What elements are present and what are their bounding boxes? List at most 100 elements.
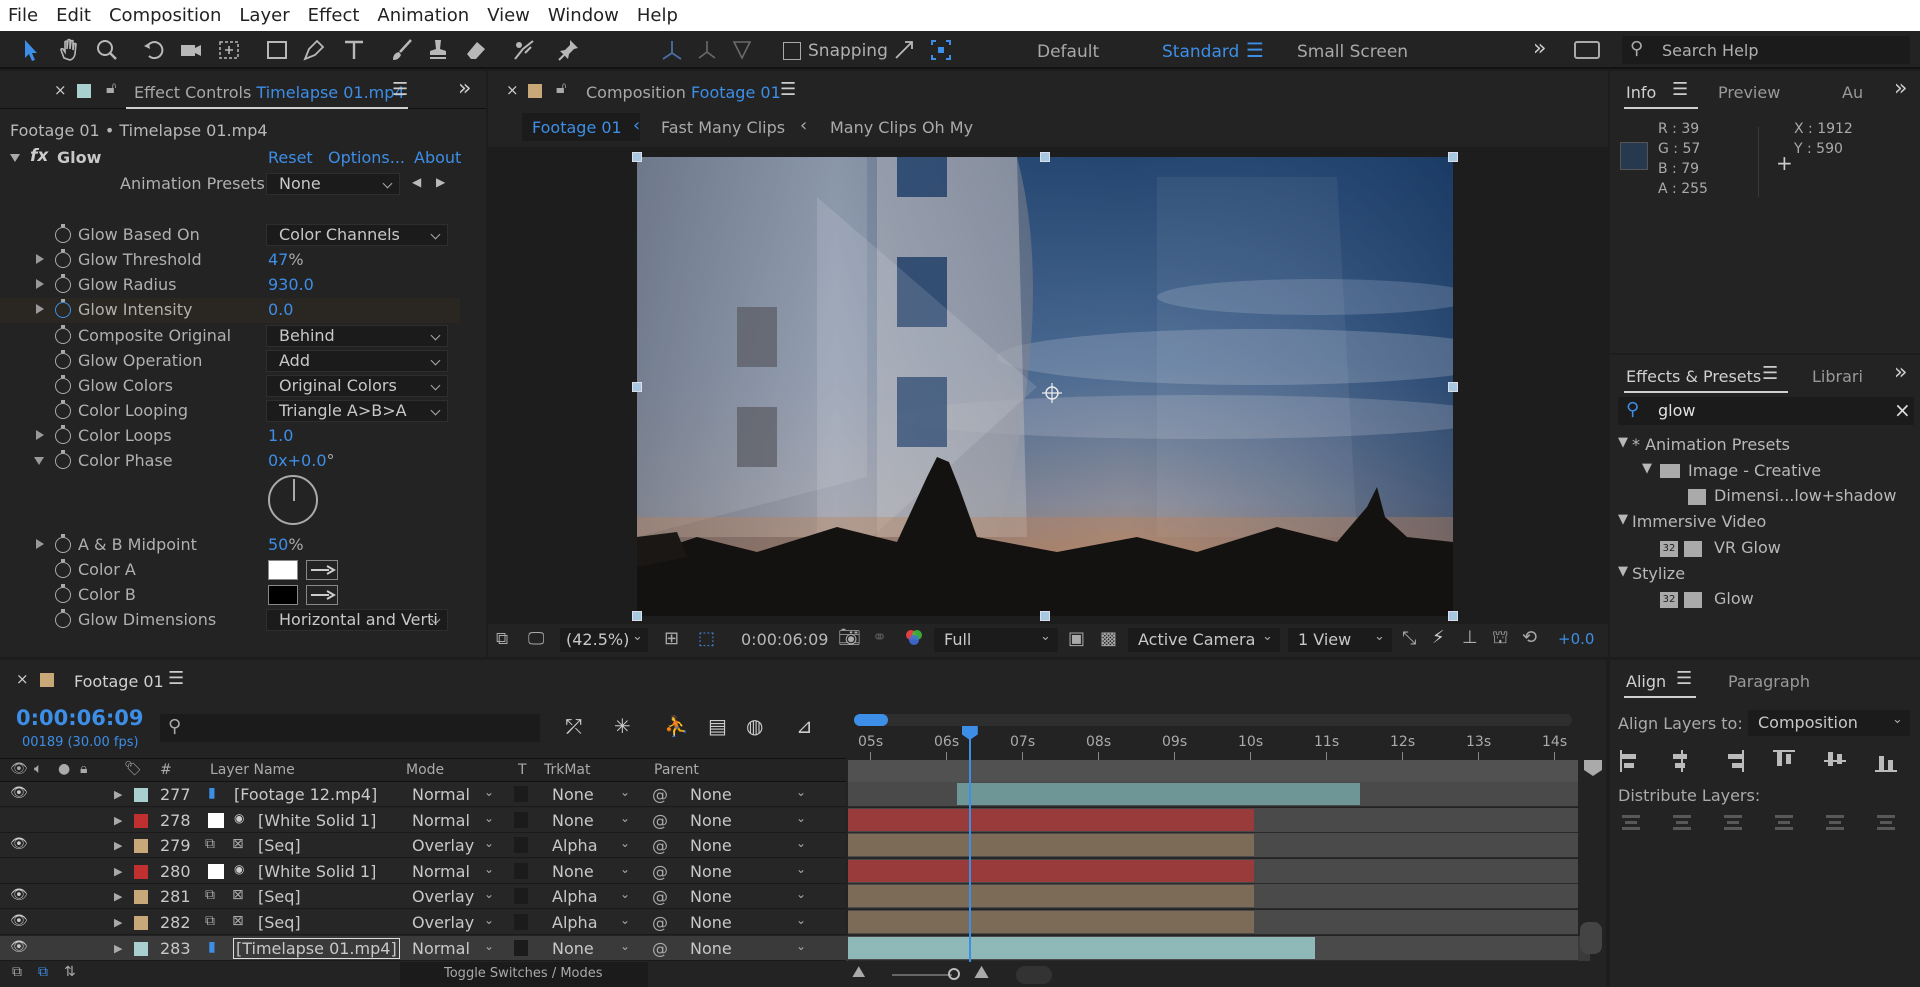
expand-triangle-icon[interactable]: [10, 154, 20, 162]
stopwatch-icon[interactable]: [55, 375, 71, 394]
prop-dropdown[interactable]: Original Colors: [266, 375, 448, 397]
prop-value[interactable]: 47%: [268, 250, 304, 269]
align-bottom-icon[interactable]: [1873, 748, 1899, 774]
lock-icon[interactable]: 🔓︎: [106, 78, 116, 98]
effects-tree-item[interactable]: ▼ Immersive Video: [1610, 510, 1920, 535]
workspace-standard[interactable]: Standard: [1162, 42, 1239, 62]
composition-tab-label[interactable]: Composition Footage 01: [586, 83, 781, 102]
color-swatch[interactable]: [268, 585, 298, 605]
stopwatch-icon[interactable]: [55, 609, 71, 628]
hide-shy-layers-icon[interactable]: ⛹: [664, 714, 689, 738]
timeline-close-icon[interactable]: ×: [16, 670, 29, 688]
layer-row[interactable]: ▶ 280 ◉ [White Solid 1] Normal ⌄ None ⌄ @ None ⌄: [0, 858, 1590, 884]
stopwatch-icon[interactable]: [55, 350, 71, 369]
chevron-down-icon[interactable]: ⌄: [484, 785, 494, 799]
zoom-in-icon[interactable]: ⛰: [974, 962, 989, 983]
eye-icon[interactable]: 👁︎: [10, 785, 28, 801]
expand-triangle-icon[interactable]: [36, 430, 44, 440]
label-color[interactable]: [134, 788, 148, 802]
pan-behind-tool-icon[interactable]: [215, 36, 243, 64]
pick-whip-icon[interactable]: @: [652, 785, 668, 804]
expand-triangle-icon[interactable]: ▶: [114, 916, 122, 929]
chevron-down-icon[interactable]: ⌄: [620, 913, 630, 927]
eye-icon[interactable]: 👁︎: [10, 913, 28, 929]
sync-settings-icon[interactable]: [1574, 41, 1600, 59]
menu-layer[interactable]: Layer: [230, 5, 298, 26]
layer-name[interactable]: [Seq]: [258, 913, 301, 932]
timeline-menu-icon[interactable]: ☰: [168, 668, 184, 689]
expand-triangle-icon[interactable]: [36, 539, 44, 549]
pick-whip-icon[interactable]: @: [652, 913, 668, 932]
crumb-footage-01[interactable]: Footage 01: [532, 118, 622, 137]
snapping-checkbox[interactable]: [783, 42, 801, 60]
layer-row[interactable]: 👁︎ ▶ 279 ⧉ ⊠ [Seq] Overlay ⌄ Alpha ⌄ @ None ⌄: [0, 833, 1590, 859]
prop-dropdown[interactable]: Triangle A>B>A: [266, 400, 448, 422]
preserve-transparency-toggle[interactable]: [514, 811, 528, 828]
grid-guides-icon[interactable]: ⊞: [664, 628, 679, 649]
chevron-down-icon[interactable]: ⌄: [484, 836, 494, 850]
layer-name[interactable]: [Timelapse 01.mp4]: [233, 937, 400, 959]
color-phase-dial[interactable]: [268, 475, 318, 525]
eye-icon[interactable]: 👁︎: [10, 836, 28, 852]
expand-triangle-icon[interactable]: [36, 279, 44, 289]
stopwatch-icon[interactable]: [55, 249, 71, 268]
layer-duration-bar[interactable]: [848, 859, 1254, 882]
comp-lock-icon[interactable]: 🔓︎: [556, 78, 566, 98]
stopwatch-icon[interactable]: [55, 325, 71, 344]
tab-info[interactable]: Info: [1626, 83, 1656, 102]
menu-edit[interactable]: Edit: [47, 5, 100, 26]
layer-trkmat[interactable]: Alpha: [552, 836, 598, 855]
layer-duration-bar[interactable]: [848, 936, 1315, 959]
chevron-down-icon[interactable]: ⌄: [796, 811, 806, 825]
menu-help[interactable]: Help: [628, 5, 687, 26]
tab-align[interactable]: Align: [1626, 672, 1666, 691]
zoom-dropdown[interactable]: (42.5%) ⌄: [560, 628, 648, 652]
pick-whip-icon[interactable]: @: [652, 939, 668, 958]
comp-button-icon[interactable]: [1584, 760, 1602, 776]
distribute-icon[interactable]: [1873, 810, 1899, 836]
pick-whip-icon[interactable]: @: [652, 862, 668, 881]
chevron-down-icon[interactable]: ⌄: [484, 939, 494, 953]
snap-features-icon[interactable]: [927, 36, 955, 64]
expand-triangle-icon[interactable]: ▶: [114, 814, 122, 827]
eye-icon[interactable]: 👁︎: [10, 939, 28, 955]
layer-trkmat[interactable]: None: [552, 939, 594, 958]
in-out-panes-icon[interactable]: ⇅: [64, 964, 76, 980]
align-vertical-center-icon[interactable]: [1822, 748, 1848, 774]
preserve-transparency-toggle[interactable]: [514, 786, 528, 802]
time-ruler[interactable]: 05s 06s 07s 08s 09s 10s 11s 12s 13s 14s: [848, 712, 1578, 782]
label-color[interactable]: [134, 864, 148, 879]
layer-duration-bar[interactable]: [848, 911, 1254, 933]
effect-reset-link[interactable]: Reset: [268, 148, 313, 167]
rectangle-tool-icon[interactable]: [263, 36, 291, 64]
tab-libraries[interactable]: Librari: [1812, 367, 1863, 386]
preserve-transparency-toggle[interactable]: [514, 914, 528, 930]
crumb-many-clips-oh-my[interactable]: Many Clips Oh My: [830, 118, 973, 137]
menu-file[interactable]: File: [0, 5, 47, 26]
tab-effects-presets[interactable]: Effects & Presets: [1626, 367, 1761, 386]
layer-name[interactable]: [White Solid 1]: [258, 862, 376, 881]
layer-parent[interactable]: None: [690, 862, 732, 881]
chevron-down-icon[interactable]: ⌄: [620, 939, 630, 953]
stopwatch-icon[interactable]: [55, 559, 71, 578]
search-help-field[interactable]: ⚲ Search Help: [1622, 36, 1910, 64]
menu-composition[interactable]: Composition: [100, 5, 230, 26]
effects-tree-item[interactable]: Dimensi...low+shadow: [1610, 484, 1920, 509]
snapshot-icon[interactable]: 📷︎: [838, 627, 861, 648]
align-left-icon[interactable]: [1618, 748, 1644, 774]
distribute-icon[interactable]: [1618, 810, 1644, 836]
transparency-grid-icon[interactable]: ▩: [1100, 628, 1117, 649]
chevron-down-icon[interactable]: ⌄: [620, 811, 630, 825]
prop-value[interactable]: 50%: [268, 535, 304, 554]
timeline-zoom-slider[interactable]: [892, 974, 952, 976]
stopwatch-icon[interactable]: [55, 450, 71, 469]
layer-mode[interactable]: Overlay: [412, 887, 474, 906]
more-workspaces-icon[interactable]: »: [1533, 36, 1546, 61]
channel-rgb-icon[interactable]: [904, 627, 924, 652]
show-snapshot-icon[interactable]: ⚭: [872, 627, 887, 648]
transform-handle[interactable]: [632, 611, 642, 621]
layer-duration-bar[interactable]: [848, 808, 1254, 831]
pick-whip-icon[interactable]: @: [652, 811, 668, 830]
frame-blending-icon[interactable]: ▤: [708, 714, 727, 738]
layer-trkmat[interactable]: None: [552, 862, 594, 881]
